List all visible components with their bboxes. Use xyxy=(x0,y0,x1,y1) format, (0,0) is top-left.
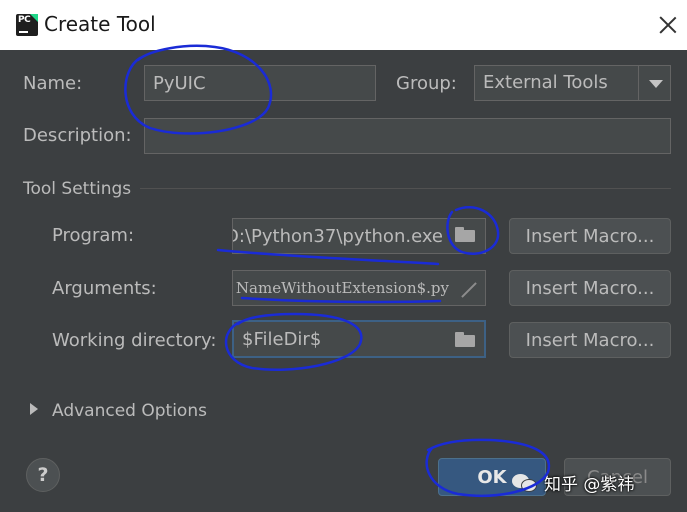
group-select-value: External Tools xyxy=(483,72,608,93)
chat-bubble-icon xyxy=(512,472,538,494)
tool-settings-section-label: Tool Settings xyxy=(23,179,132,199)
name-label: Name: xyxy=(23,73,83,94)
arguments-insert-macro-button[interactable]: Insert Macro... xyxy=(509,270,671,306)
program-input-value: D:\Python37\python.exe xyxy=(232,225,443,247)
advanced-options-toggle[interactable]: Advanced Options xyxy=(52,401,207,421)
group-dropdown-button[interactable] xyxy=(638,66,670,100)
expand-icon[interactable] xyxy=(461,280,477,298)
name-input[interactable]: PyUIC xyxy=(144,65,376,101)
name-input-value: PyUIC xyxy=(153,72,206,94)
expand-triangle-icon[interactable] xyxy=(30,403,38,415)
working-directory-input[interactable]: $FileDir$ xyxy=(232,320,486,358)
working-directory-insert-macro-button[interactable]: Insert Macro... xyxy=(509,322,671,358)
pycharm-app-icon: PC xyxy=(16,14,38,36)
program-input[interactable]: D:\Python37\python.exe xyxy=(232,218,486,254)
description-label: Description: xyxy=(23,125,132,146)
section-divider xyxy=(140,188,671,189)
program-label: Program: xyxy=(52,225,135,246)
chevron-down-icon xyxy=(649,80,663,88)
window-title: Create Tool xyxy=(44,12,156,36)
help-button[interactable]: ? xyxy=(26,458,60,492)
browse-folder-icon[interactable] xyxy=(455,332,475,347)
browse-folder-icon[interactable] xyxy=(455,227,475,242)
working-directory-label: Working directory: xyxy=(52,330,217,351)
program-insert-macro-button[interactable]: Insert Macro... xyxy=(509,218,671,254)
working-directory-input-value: $FileDir$ xyxy=(242,328,322,350)
arguments-input[interactable]: NameWithoutExtension$.py xyxy=(232,270,486,306)
group-label: Group: xyxy=(396,73,457,94)
watermark-text: 知乎 @紫祎 xyxy=(544,475,635,495)
close-icon[interactable] xyxy=(657,14,679,36)
title-bar: PC Create Tool xyxy=(0,0,687,50)
description-input[interactable] xyxy=(144,118,671,154)
watermark: 知乎 @紫祎 xyxy=(512,470,634,495)
group-select[interactable]: External Tools xyxy=(474,65,671,101)
arguments-label: Arguments: xyxy=(52,278,157,299)
arguments-input-value: NameWithoutExtension$.py xyxy=(235,279,449,297)
